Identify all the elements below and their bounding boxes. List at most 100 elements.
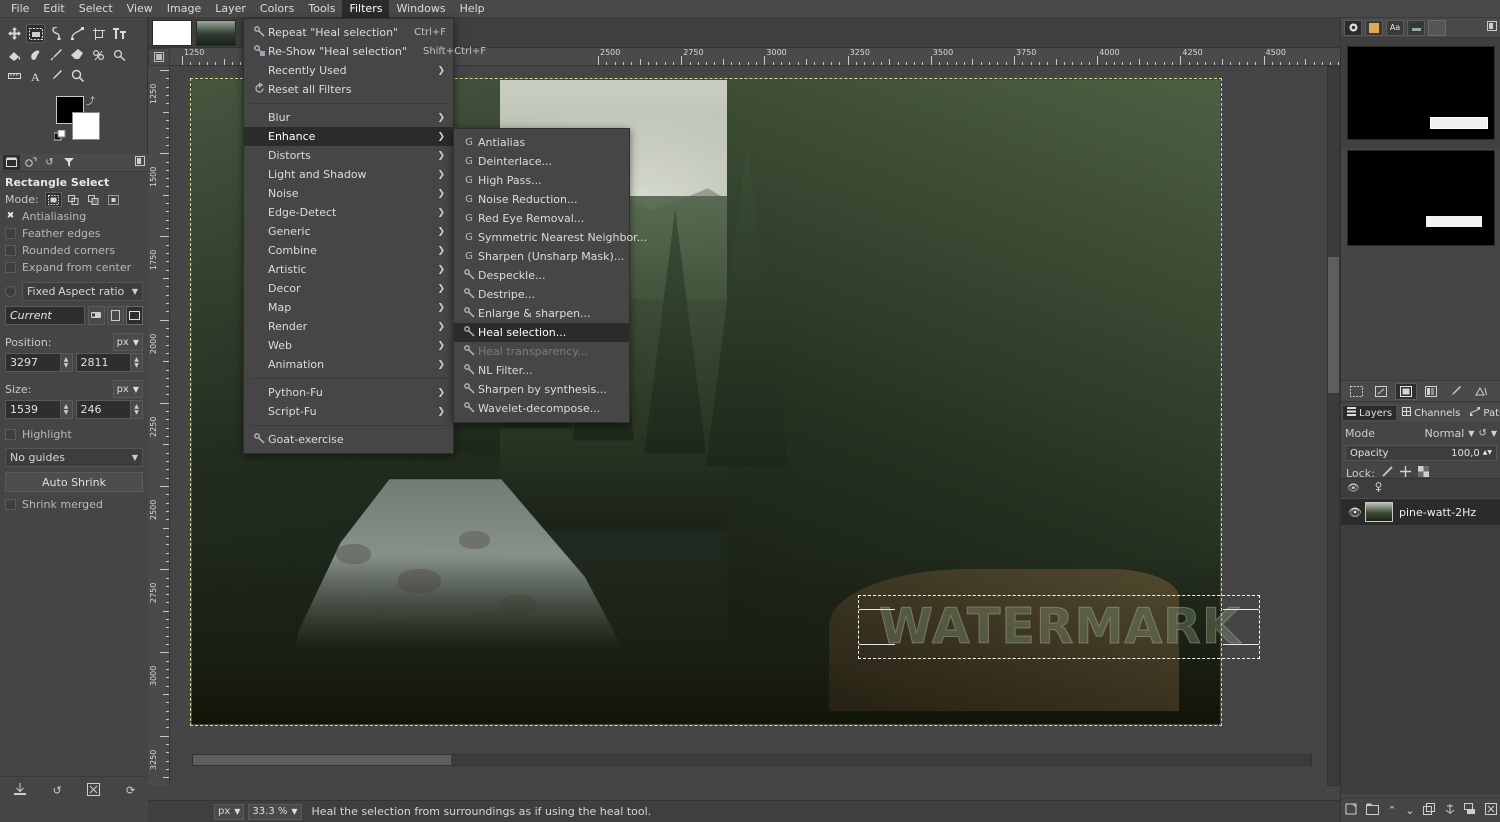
brush-preview[interactable] [1347,46,1495,140]
guides-combo[interactable]: No guides ▼ [5,448,143,467]
size-height-input[interactable]: 246 [76,400,131,419]
menu-item-animation[interactable]: Animation❯ [244,355,453,374]
color-picker-tool[interactable] [47,66,66,85]
status-unit-combo[interactable]: px ▼ [214,804,244,820]
image-tab-forest[interactable] [196,20,236,46]
menu-item-light-and-shadow[interactable]: Light and Shadow❯ [244,165,453,184]
image-tab-blank[interactable] [152,20,192,46]
menu-item-combine[interactable]: Combine❯ [244,241,453,260]
menu-item-wavelet-decompose[interactable]: Wavelet-decompose... [454,399,629,418]
menu-item-reset-all-filters[interactable]: Reset all Filters [244,80,453,99]
menu-item-symmetric-nearest-neighbor[interactable]: GSymmetric Nearest Neighbor... [454,228,629,247]
aspect-ratio-input[interactable]: Current [5,306,85,325]
position-x-input[interactable]: 3297 [5,353,60,372]
menu-item-sharpen-by-synthesis[interactable]: Sharpen by synthesis... [454,380,629,399]
menu-view[interactable]: View [120,0,160,18]
eraser-tool[interactable] [68,45,87,64]
document-history-tab[interactable] [1407,20,1425,36]
dock-tab-channels[interactable]: Channels [1398,406,1464,420]
menu-item-blur[interactable]: Blur❯ [244,108,453,127]
menu-item-deinterlace[interactable]: GDeinterlace... [454,152,629,171]
move-tool[interactable] [5,24,24,43]
menu-item-script-fu[interactable]: Script-Fu❯ [244,402,453,421]
menu-windows[interactable]: Windows [389,0,452,18]
selection-editor-tab[interactable] [1345,383,1367,400]
bucket-fill-tool[interactable] [5,45,24,64]
menu-image[interactable]: Image [160,0,208,18]
menu-item-decor[interactable]: Decor❯ [244,279,453,298]
selection-handle-tr[interactable] [1223,596,1259,610]
expand-from-center-checkbox[interactable]: Expand from center [0,259,148,276]
menu-tools[interactable]: Tools [301,0,342,18]
brushes-tab[interactable] [1344,20,1362,36]
portrait-orientation-button[interactable] [107,306,124,325]
menu-item-artistic[interactable]: Artistic❯ [244,260,453,279]
dock-tab-paths[interactable]: Paths [1466,406,1500,420]
menu-item-repeat-heal-selection[interactable]: Repeat "Heal selection"Ctrl+F [244,23,453,42]
measure-tool[interactable] [5,66,24,85]
shrink-merged-checkbox[interactable]: Shrink merged [0,496,148,513]
landscape-orientation-button[interactable] [126,306,143,325]
opacity-slider[interactable]: Opacity 100,0 ▲▼ [1345,445,1497,461]
menu-item-generic[interactable]: Generic❯ [244,222,453,241]
menu-item-nl-filter[interactable]: NL Filter... [454,361,629,380]
pointer-tab[interactable] [1445,383,1467,400]
default-colors-icon[interactable] [54,130,66,145]
size-width-stepper[interactable]: 1539 ▲▼ [5,400,73,419]
menu-edit[interactable]: Edit [36,0,71,18]
menu-item-goat-exercise[interactable]: Goat-exercise [244,430,453,449]
menu-item-re-show-heal-selection[interactable]: Re-Show "Heal selection"Shift+Ctrl+F [244,42,453,61]
selection-handle-br[interactable] [1223,644,1259,658]
clone-tool[interactable] [89,45,108,64]
menu-filters[interactable]: Filters [342,0,389,18]
ruler-origin-button[interactable] [148,48,170,66]
menu-item-antialias[interactable]: GAntialias [454,133,629,152]
patterns-tab[interactable] [1365,20,1383,36]
paintbrush-tool[interactable] [47,45,66,64]
dock-menu-button[interactable] [1487,21,1497,34]
text-tool[interactable]: A [26,66,45,85]
replace-mode[interactable] [45,192,62,207]
menu-help[interactable]: Help [453,0,492,18]
menu-item-enlarge-sharpen[interactable]: Enlarge & sharpen... [454,304,629,323]
menu-item-noise[interactable]: Noise❯ [244,184,453,203]
symmetry-tab[interactable] [1470,383,1492,400]
subtract-mode[interactable] [85,192,102,207]
navigation-viewport-rect[interactable] [1426,216,1482,227]
menu-colors[interactable]: Colors [253,0,301,18]
menu-item-high-pass[interactable]: GHigh Pass... [454,171,629,190]
vertical-scrollbar-thumb[interactable] [1328,257,1339,393]
menu-item-despeckle[interactable]: Despeckle... [454,266,629,285]
size-unit-combo[interactable]: px ▼ [113,380,143,398]
highlight-checkbox[interactable]: Highlight [0,426,148,443]
menu-item-heal-selection[interactable]: Heal selection... [454,323,629,342]
dock-menu-button[interactable] [135,156,145,169]
feather-edges-checkbox[interactable]: Feather edges [0,225,148,242]
menu-item-edge-detect[interactable]: Edge-Detect❯ [244,203,453,222]
rounded-corners-checkbox[interactable]: Rounded corners [0,242,148,259]
menu-file[interactable]: File [4,0,36,18]
duplicate-layer-button[interactable] [1423,803,1435,818]
tool-preset-icon[interactable] [60,155,77,170]
add-mode[interactable] [65,192,82,207]
menu-item-sharpen-unsharp-mask[interactable]: GSharpen (Unsharp Mask)... [454,247,629,266]
menu-select[interactable]: Select [72,0,120,18]
reset-mode-icon[interactable]: ↺ [1478,428,1486,439]
tool-options-tab-icon[interactable] [3,155,20,170]
position-y-input[interactable]: 2811 [76,353,131,372]
menu-item-python-fu[interactable]: Python-Fu❯ [244,383,453,402]
fixed-aspect-combo[interactable]: Fixed Aspect ratio ▼ [22,282,143,301]
undo-history-tab[interactable] [1370,383,1392,400]
heal-tool[interactable] [110,45,129,64]
selection-handle-tl[interactable] [859,596,895,610]
background-color-swatch[interactable] [72,112,100,140]
menu-item-distorts[interactable]: Distorts❯ [244,146,453,165]
antialiasing-checkbox[interactable]: ✖Antialiasing [0,208,148,225]
navigation-tab[interactable] [1395,383,1417,400]
filters-menu[interactable]: Repeat "Heal selection"Ctrl+FRe-Show "He… [243,18,454,454]
chevron-down-icon-2[interactable]: ▼ [1491,429,1497,438]
selection-handle-bl[interactable] [859,644,895,658]
menu-item-web[interactable]: Web❯ [244,336,453,355]
rectangle-select-tool[interactable] [26,24,45,43]
mode-value[interactable]: Normal [1424,427,1464,440]
